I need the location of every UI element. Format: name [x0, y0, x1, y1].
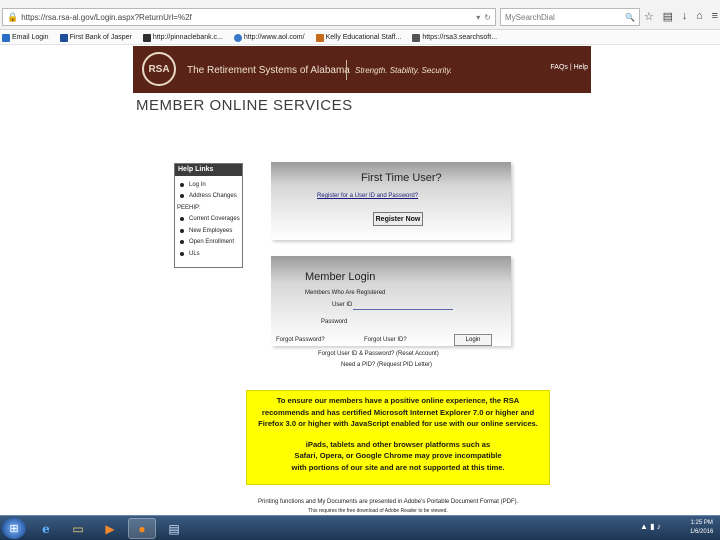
help-link-address-changes[interactable]: Address Changes [177, 191, 240, 203]
forgot-password-link[interactable]: Forgot Password? [276, 337, 325, 343]
site-header: RSA The Retirement Systems of Alabama St… [133, 46, 591, 93]
home-icon[interactable]: ⌂ [696, 10, 703, 24]
userid-label: User ID [332, 302, 353, 308]
org-name: The Retirement Systems of Alabama [187, 65, 350, 76]
system-tray[interactable]: ▲ ▮ ♪ [640, 522, 661, 531]
help-links-box: Help Links Log In Address Changes PEEHIP… [174, 163, 243, 268]
bank-icon [59, 33, 68, 42]
address-bar[interactable]: 🔒 https://rsa.rsa-al.gov/Login.aspx?Retu… [2, 8, 496, 26]
search-icon[interactable]: 🔍 [625, 13, 635, 22]
download-icon[interactable]: ↓ [682, 10, 688, 24]
bullet-icon [180, 240, 184, 245]
help-section-peehip: PEEHIP: [177, 204, 201, 211]
help-links-title: Help Links [175, 164, 242, 176]
password-label: Password [321, 319, 348, 325]
bullet-icon [180, 251, 184, 256]
header-divider [346, 60, 347, 80]
bullet-icon [180, 182, 184, 187]
bookmark-searchsoft[interactable]: https://rsa3.searchsoft... [410, 33, 497, 42]
notice-line: recommends and has certified Microsoft I… [261, 407, 535, 417]
start-orb-icon[interactable]: ⊞ [2, 518, 26, 539]
pdf-note-secondary: This requires the free download of Adobe… [308, 508, 448, 514]
first-time-title: First Time User? [361, 172, 442, 184]
media-player-icon[interactable]: ▶ [96, 518, 124, 539]
bookmark-first-bank[interactable]: First Bank of Jasper [58, 33, 132, 42]
help-link-login[interactable]: Log In [177, 179, 240, 191]
pdf-note: Printing functions and My Documents are … [258, 499, 519, 505]
register-now-button[interactable]: Register Now [373, 212, 423, 226]
dropdown-icon[interactable]: ▾ [476, 13, 480, 22]
help-link-open-enrollment[interactable]: Open Enrollment [177, 237, 240, 249]
login-subtitle: Members Who Are Registered [305, 290, 386, 296]
page-title: MEMBER ONLINE SERVICES [136, 97, 353, 114]
browser-toolbar: 🔒 https://rsa.rsa-al.gov/Login.aspx?Retu… [0, 0, 720, 30]
lock-icon: 🔒 [7, 11, 19, 22]
email-icon [2, 33, 10, 42]
bullet-icon [180, 194, 184, 199]
bookmark-pinnacle[interactable]: http://pinnaclebank.c... [141, 33, 223, 42]
menu-icon[interactable]: ≡ [712, 10, 718, 24]
internet-explorer-icon[interactable]: e [32, 518, 60, 539]
help-link-current-coverages[interactable]: Current Coverages [177, 214, 240, 226]
bookmark-kelly[interactable]: Kelly Educational Staff... [314, 33, 401, 42]
search-box[interactable]: MySearchDial 🔍 [500, 8, 640, 26]
bullet-icon [180, 217, 184, 222]
request-pid-link[interactable]: Need a PID? (Request PID Letter) [341, 362, 432, 368]
star-icon[interactable]: ☆ [644, 10, 654, 24]
toolbar-icons: ☆ ▤ ↓ ⌂ ≡ [644, 10, 718, 24]
bookmark-aol[interactable]: http://www.aol.com/ [232, 33, 305, 42]
globe-icon [233, 33, 242, 42]
login-title: Member Login [305, 271, 376, 283]
reset-account-link[interactable]: Forgot User ID & Password? (Reset Accoun… [318, 351, 439, 357]
notice-line: Firefox 3.0 or higher with JavaScript en… [258, 419, 538, 428]
faq-help-links[interactable]: FAQs | Help [550, 64, 588, 71]
url-text: https://rsa.rsa-al.gov/Login.aspx?Return… [21, 12, 192, 22]
reading-list-icon[interactable]: ▤ [663, 10, 673, 24]
first-time-user-panel: First Time User? Register for a User ID … [271, 162, 511, 240]
member-login-panel: Member Login Members Who Are Registered … [271, 256, 511, 346]
notice-line: with portions of our site and are not su… [291, 462, 505, 472]
taskbar: ⊞ e ▭ ▶ ● ▤ ▲ ▮ ♪ 1:25 PM 1/6/2016 [0, 515, 720, 540]
help-link-uls[interactable]: ULs [177, 248, 240, 260]
help-links-list: Log In Address Changes PEEHIP: Current C… [175, 176, 242, 263]
tagline: Strength. Stability. Security. [355, 66, 453, 75]
firefox-icon[interactable]: ● [128, 518, 156, 539]
documents-icon[interactable]: ▤ [160, 518, 188, 539]
notice-line: Safari, Opera, or Google Chrome may prov… [294, 451, 502, 460]
register-link[interactable]: Register for a User ID and Password? [317, 193, 418, 199]
reload-icon[interactable]: ↻ [484, 13, 491, 22]
forgot-userid-link[interactable]: Forgot User ID? [364, 337, 407, 343]
file-explorer-icon[interactable]: ▭ [64, 518, 92, 539]
clock[interactable]: 1:25 PM 1/6/2016 [690, 519, 713, 537]
login-button[interactable]: Login [454, 334, 492, 346]
bookmarks-bar: Email Login First Bank of Jasper http://… [0, 31, 720, 45]
search-text: MySearchDial [505, 12, 555, 22]
userid-input[interactable] [353, 300, 453, 310]
help-link-new-employees[interactable]: New Employees [177, 225, 240, 237]
searchsoft-icon [412, 33, 421, 42]
pinnacle-icon [142, 33, 151, 42]
notice-line: iPads, tablets and other browser platfor… [305, 439, 491, 449]
rsa-logo[interactable]: RSA [142, 52, 176, 86]
kelly-icon [315, 33, 324, 42]
notice-line: To ensure our members have a positive on… [276, 396, 520, 405]
bullet-icon [180, 228, 184, 233]
bookmark-email-login[interactable]: Email Login [0, 33, 49, 42]
browser-notice: To ensure our members have a positive on… [246, 390, 550, 485]
